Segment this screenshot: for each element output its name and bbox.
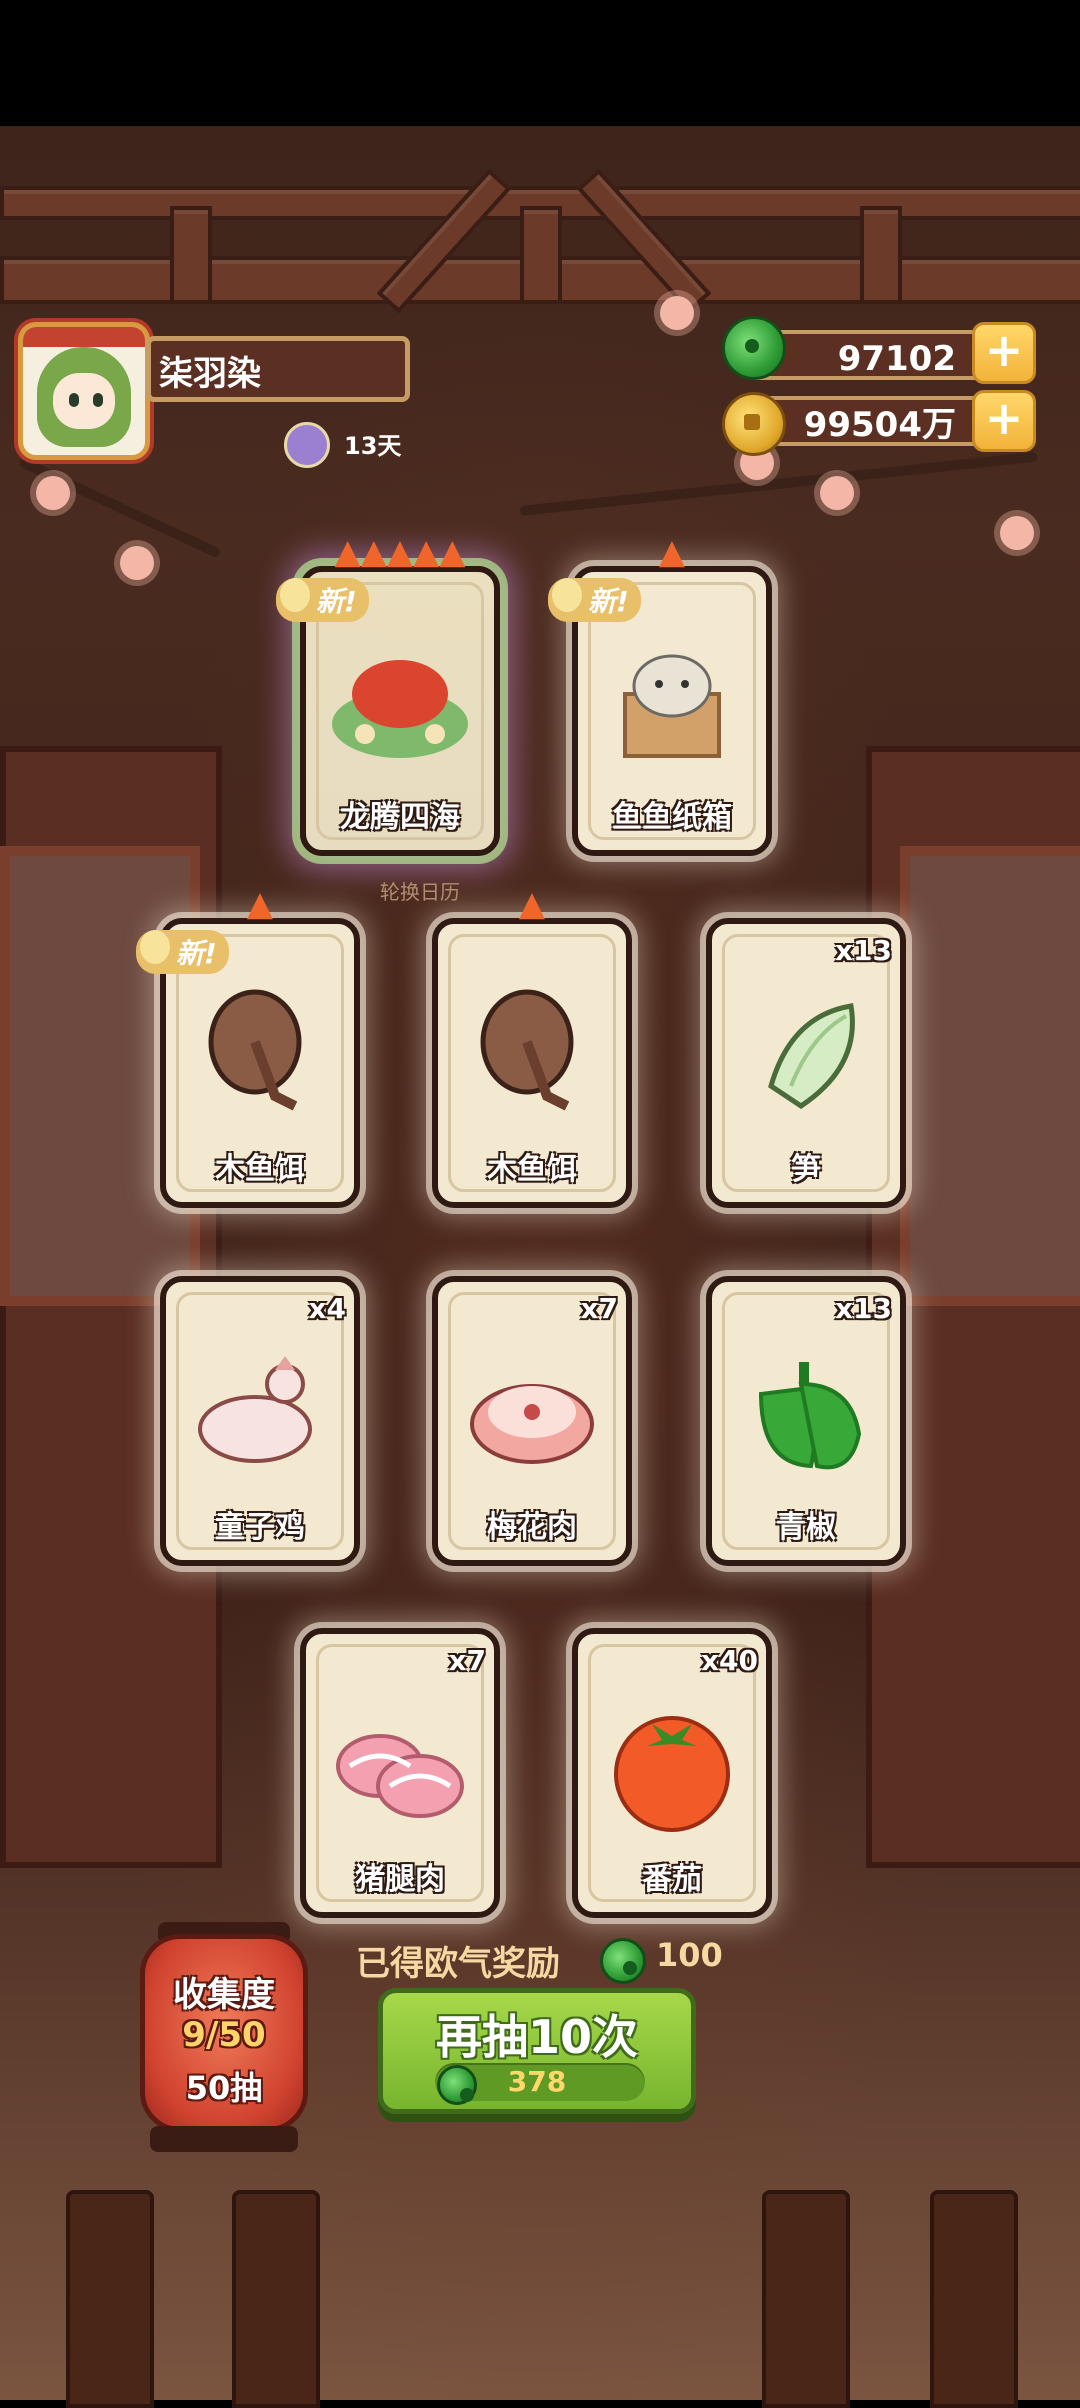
reward-card[interactable]: 梅花肉 x7 xyxy=(432,1276,632,1566)
player-name: 柒羽染 xyxy=(146,336,410,402)
flame-icon: ▲ xyxy=(658,532,686,572)
companion-icon xyxy=(284,422,330,468)
reward-card[interactable]: 木鱼饵 ▲ xyxy=(432,884,632,1208)
add-coins-button[interactable]: + xyxy=(972,390,1036,452)
card-item-name: 龙腾四海 xyxy=(340,800,460,835)
right-window-lattice xyxy=(900,846,1080,1306)
card-item-count: x13 xyxy=(834,1292,892,1325)
blossom xyxy=(1000,516,1034,550)
rotation-calendar-label[interactable]: 轮换日历 xyxy=(380,876,460,905)
rarity-flames: ▲ xyxy=(578,532,766,572)
blossom xyxy=(120,546,154,580)
collection-title: 收集度 xyxy=(173,1975,275,2015)
reward-card[interactable]: 笋 x13 xyxy=(706,918,906,1208)
jade-icon xyxy=(600,1938,646,1984)
card-item-name: 童子鸡 xyxy=(215,1510,305,1545)
blossom-branch xyxy=(519,451,1038,516)
collection-draws: 50抽 xyxy=(185,2069,263,2107)
card-item-name: 番茄 xyxy=(642,1862,702,1897)
blossom xyxy=(820,476,854,510)
luck-reward-label: 已得欧气奖励 xyxy=(356,1944,560,1984)
flame-icon: ▲ xyxy=(439,532,466,572)
fence-post xyxy=(930,2190,1018,2408)
collection-lantern[interactable]: 收集度 9/50 50抽 xyxy=(140,1934,308,2132)
lantern-base xyxy=(150,2126,298,2152)
roof-post xyxy=(860,206,902,304)
rarity-flames: ▲ xyxy=(438,884,626,924)
luck-reward-value: 100 xyxy=(656,1936,723,1974)
collection-progress: 9/50 xyxy=(182,2015,266,2055)
card-item-icon xyxy=(457,1334,607,1488)
card-item-icon xyxy=(457,976,607,1130)
card-item-name: 鱼鱼纸箱 xyxy=(612,800,732,835)
coin-icon xyxy=(722,392,786,456)
fence-post xyxy=(66,2190,154,2408)
reward-card[interactable]: 番茄 x40 xyxy=(572,1628,772,1918)
reward-card[interactable]: 龙腾四海 新! ▲▲▲▲▲ xyxy=(276,532,500,856)
fence-post xyxy=(762,2190,850,2408)
draw-ten-label: 再抽10次 xyxy=(435,2010,638,2064)
card-item-icon xyxy=(731,976,881,1130)
fence-post xyxy=(232,2190,320,2408)
card-item-name: 青椒 xyxy=(776,1510,836,1545)
card-item-count: x4 xyxy=(308,1292,346,1325)
reward-card[interactable]: 猪腿肉 x7 xyxy=(300,1628,500,1918)
card-item-icon xyxy=(325,624,475,778)
blossom xyxy=(36,476,70,510)
card-item-name: 木鱼饵 xyxy=(487,1152,577,1187)
jade-icon xyxy=(722,316,786,380)
new-badge: 新! xyxy=(276,578,369,622)
add-jade-button[interactable]: + xyxy=(972,322,1036,384)
avatar-eye xyxy=(69,393,79,407)
reward-card[interactable]: 青椒 x13 xyxy=(706,1276,906,1566)
roof-post xyxy=(170,206,212,304)
flame-icon: ▲ xyxy=(360,532,387,572)
reward-card[interactable]: 鱼鱼纸箱 新! ▲ xyxy=(548,532,772,856)
new-badge: 新! xyxy=(548,578,641,622)
card-item-icon xyxy=(325,1686,475,1840)
blossom xyxy=(660,296,694,330)
rarity-flames: ▲ xyxy=(166,884,354,924)
draw-ten-button[interactable]: 再抽10次 378 xyxy=(378,1988,696,2114)
flame-icon: ▲ xyxy=(413,532,440,572)
reward-card[interactable]: 童子鸡 x4 xyxy=(160,1276,360,1566)
card-item-icon xyxy=(185,1334,335,1488)
roof-post xyxy=(520,206,562,304)
draw-cost: 378 xyxy=(507,2065,567,2098)
card-item-count: x13 xyxy=(834,934,892,967)
card-item-count: x7 xyxy=(580,1292,618,1325)
flame-icon: ▲ xyxy=(386,532,414,572)
flame-icon: ▲ xyxy=(334,532,361,572)
card-item-name: 笋 xyxy=(791,1152,821,1187)
card-item-icon xyxy=(185,976,335,1130)
card-item-count: x7 xyxy=(448,1644,486,1677)
card-item-count: x40 xyxy=(700,1644,758,1677)
player-avatar[interactable] xyxy=(18,322,150,460)
new-badge: 新! xyxy=(136,930,229,974)
card-item-icon xyxy=(731,1334,881,1488)
flame-icon: ▲ xyxy=(246,884,274,924)
avatar-eye xyxy=(93,393,103,407)
login-days: 13天 xyxy=(344,432,402,460)
rarity-flames: ▲▲▲▲▲ xyxy=(306,532,494,572)
flame-icon: ▲ xyxy=(518,884,546,924)
card-item-icon xyxy=(597,624,747,778)
avatar-face xyxy=(53,373,115,429)
card-item-name: 猪腿肉 xyxy=(355,1862,445,1897)
card-item-name: 木鱼饵 xyxy=(215,1152,305,1187)
card-item-icon xyxy=(597,1686,747,1840)
avatar-banner xyxy=(23,327,145,347)
card-item-name: 梅花肉 xyxy=(487,1510,577,1545)
reward-card[interactable]: 木鱼饵 新! ▲ xyxy=(136,884,360,1208)
